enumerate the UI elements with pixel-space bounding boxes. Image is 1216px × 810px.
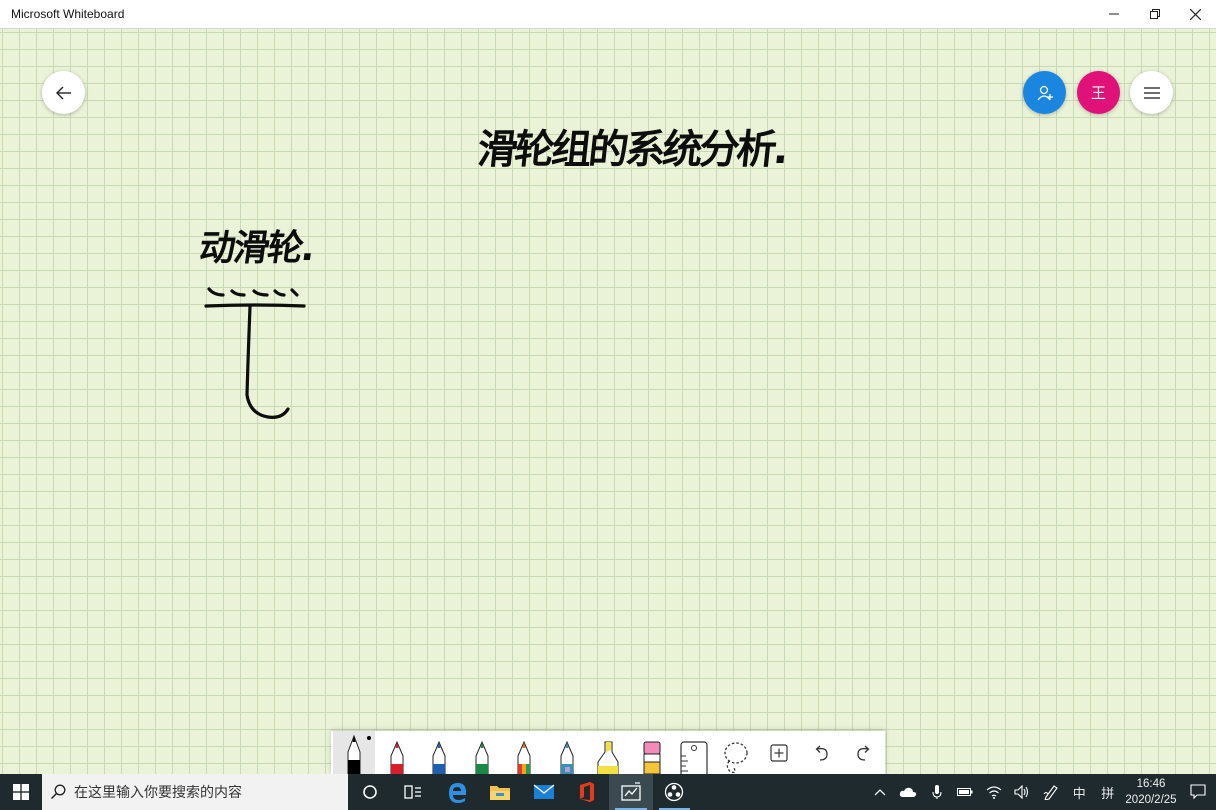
whiteboard-icon [621, 782, 641, 801]
highlighter-tool[interactable] [588, 731, 630, 774]
volume-button[interactable] [1008, 774, 1037, 810]
clock-button[interactable]: 16:46 2020/2/25 [1122, 776, 1180, 808]
wifi-icon [986, 786, 1002, 799]
network-button[interactable] [980, 774, 1009, 810]
input-language-button[interactable]: 中 [1065, 774, 1094, 810]
task-view-icon [404, 785, 422, 799]
obs-icon [665, 782, 684, 802]
account-avatar-button[interactable]: 王 [1077, 71, 1120, 114]
whiteboard-taskbar-button[interactable] [609, 774, 653, 810]
microphone-button[interactable] [923, 774, 952, 810]
pen-blue-tool[interactable] [418, 731, 460, 774]
pen-rainbow-tool[interactable] [503, 731, 545, 774]
taskbar: 在这里输入你要搜索的内容 中 拼 16:46 2020/2/25 [0, 774, 1216, 810]
eraser-icon [643, 741, 661, 774]
battery-button[interactable] [951, 774, 980, 810]
undo-icon [815, 745, 829, 761]
redo-icon [857, 745, 870, 761]
red-pen-icon [390, 740, 404, 774]
pen-workspace-button[interactable] [1037, 774, 1066, 810]
title-bar: Microsoft Whiteboard [0, 0, 1216, 29]
search-icon [50, 784, 66, 800]
restore-button[interactable] [1134, 0, 1175, 28]
cortana-button[interactable] [348, 774, 392, 810]
start-button[interactable] [0, 774, 42, 810]
obs-button[interactable] [653, 774, 697, 810]
settings-menu-button[interactable] [1130, 71, 1173, 114]
pen-black-tool[interactable] [333, 731, 376, 774]
ceiling-hatch-stroke [252, 289, 269, 297]
undo-button[interactable] [800, 731, 842, 774]
mail-icon [533, 784, 555, 799]
restore-icon [1149, 9, 1160, 19]
lasso-tool[interactable] [715, 731, 757, 774]
ruler-tool[interactable] [673, 731, 715, 774]
app-root: Microsoft Whiteboard 滑轮组的系统分析. 动滑轮. 王 在这… [0, 0, 1216, 810]
invite-button[interactable] [1023, 71, 1066, 114]
file-explorer-icon [490, 786, 511, 800]
ceiling-line-stroke [204, 303, 306, 308]
redo-button[interactable] [843, 731, 885, 774]
notification-icon [1190, 784, 1206, 800]
edge-icon [448, 783, 466, 803]
search-placeholder: 在这里输入你要搜索的内容 [74, 784, 242, 800]
highlighter-icon [597, 741, 619, 774]
green-pen-icon [475, 740, 489, 774]
ime-mode-button[interactable]: 拼 [1094, 774, 1123, 810]
speaker-icon [1014, 785, 1029, 799]
action-center-button[interactable] [1180, 774, 1216, 810]
taskbar-search-box[interactable]: 在这里输入你要搜索的内容 [42, 774, 348, 810]
battery-icon [957, 788, 973, 796]
insert-plus-icon [770, 743, 788, 762]
ceiling-hatch-stroke [230, 289, 246, 297]
show-hidden-icons-button[interactable] [866, 774, 895, 810]
selected-indicator [367, 736, 372, 740]
ceiling-hatch-stroke [273, 289, 286, 297]
mail-button[interactable] [522, 774, 566, 810]
edge-button[interactable] [435, 774, 479, 810]
ruler-icon [680, 741, 708, 774]
microphone-icon [932, 785, 942, 799]
pen-galaxy-tool[interactable] [545, 731, 587, 774]
black-pen-icon [347, 734, 361, 774]
minimize-icon [1108, 13, 1119, 15]
back-button[interactable] [42, 71, 85, 114]
window-title: Microsoft Whiteboard [11, 7, 125, 21]
onedrive-cloud-icon [900, 787, 917, 797]
rope-stroke [245, 305, 290, 419]
pen-workspace-icon [1043, 785, 1058, 800]
ceiling-hatch-stroke [207, 287, 225, 297]
pen-red-tool[interactable] [375, 731, 417, 774]
whiteboard-canvas[interactable]: 滑轮组的系统分析. 动滑轮. 王 [0, 29, 1216, 774]
blue-pen-icon [432, 740, 446, 774]
onedrive-button[interactable] [894, 774, 923, 810]
add-person-icon [1036, 85, 1053, 100]
clock-time: 16:46 [1136, 778, 1166, 790]
hamburger-menu-icon [1143, 86, 1160, 99]
task-view-button[interactable] [392, 774, 436, 810]
ceiling-hatch-stroke [290, 288, 299, 297]
pen-green-tool[interactable] [460, 731, 502, 774]
ink-drawing-layer [204, 287, 306, 419]
close-icon [1190, 8, 1201, 20]
system-tray: 中 拼 16:46 2020/2/25 [866, 774, 1216, 810]
office-icon [580, 782, 595, 802]
chevron-up-icon [874, 789, 886, 796]
insert-tool[interactable] [758, 731, 800, 774]
back-arrow-icon [55, 86, 71, 99]
windows-logo-icon [13, 784, 29, 800]
rainbow-pen-icon [517, 740, 531, 774]
cortana-icon [362, 785, 377, 799]
clock-date: 2020/2/25 [1125, 794, 1177, 806]
ink-toolbar [331, 731, 885, 774]
close-button[interactable] [1175, 0, 1216, 28]
minimize-button[interactable] [1093, 0, 1134, 28]
galaxy-pen-icon [560, 740, 574, 774]
office-button[interactable] [566, 774, 610, 810]
eraser-tool[interactable] [630, 731, 672, 774]
file-explorer-button[interactable] [479, 774, 523, 810]
lasso-icon [724, 742, 749, 774]
